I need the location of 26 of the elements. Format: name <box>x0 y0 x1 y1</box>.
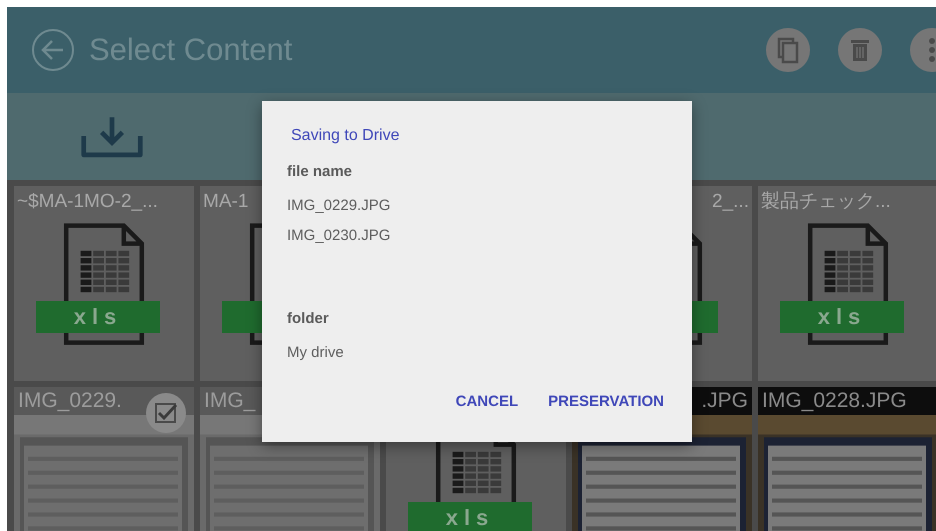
trash-icon[interactable] <box>838 28 882 72</box>
checkbox-icon[interactable] <box>146 393 186 433</box>
file-name: IMG_0229.JPG <box>287 197 390 214</box>
dialog-button[interactable]: CANCEL <box>446 387 528 416</box>
file-tile[interactable]: IMG_0229. <box>14 387 194 531</box>
xls-badge: xls <box>780 301 904 333</box>
dialog-title: Saving to Drive <box>291 127 400 145</box>
back-icon[interactable] <box>31 28 75 72</box>
file-name: ~$MA-1MO-2_... <box>17 191 158 212</box>
file-name: .JPG <box>701 389 748 412</box>
file-name: IMG_0229. <box>18 389 122 412</box>
file-name: IMG_0230.JPG <box>287 227 390 244</box>
copy-icon[interactable] <box>766 28 810 72</box>
folder-name: My drive <box>287 344 344 361</box>
file-name: 2_... <box>712 191 749 212</box>
file-tile[interactable]: 製品チェック... xls <box>758 186 936 381</box>
file-name: MA-1 <box>203 191 248 212</box>
section-label: file name <box>287 163 352 180</box>
xls-badge: xls <box>36 301 160 333</box>
file-tile[interactable]: IMG_0228.JPG <box>758 387 936 531</box>
file-tile[interactable]: ~$MA-1MO-2_... xls <box>14 186 194 381</box>
section-label: folder <box>287 310 329 327</box>
xls-badge: xls <box>408 502 532 531</box>
file-name: IMG_0228.JPG <box>762 389 907 412</box>
file-name: IMG_ <box>204 389 256 412</box>
file-name: 製品チェック... <box>761 191 891 212</box>
